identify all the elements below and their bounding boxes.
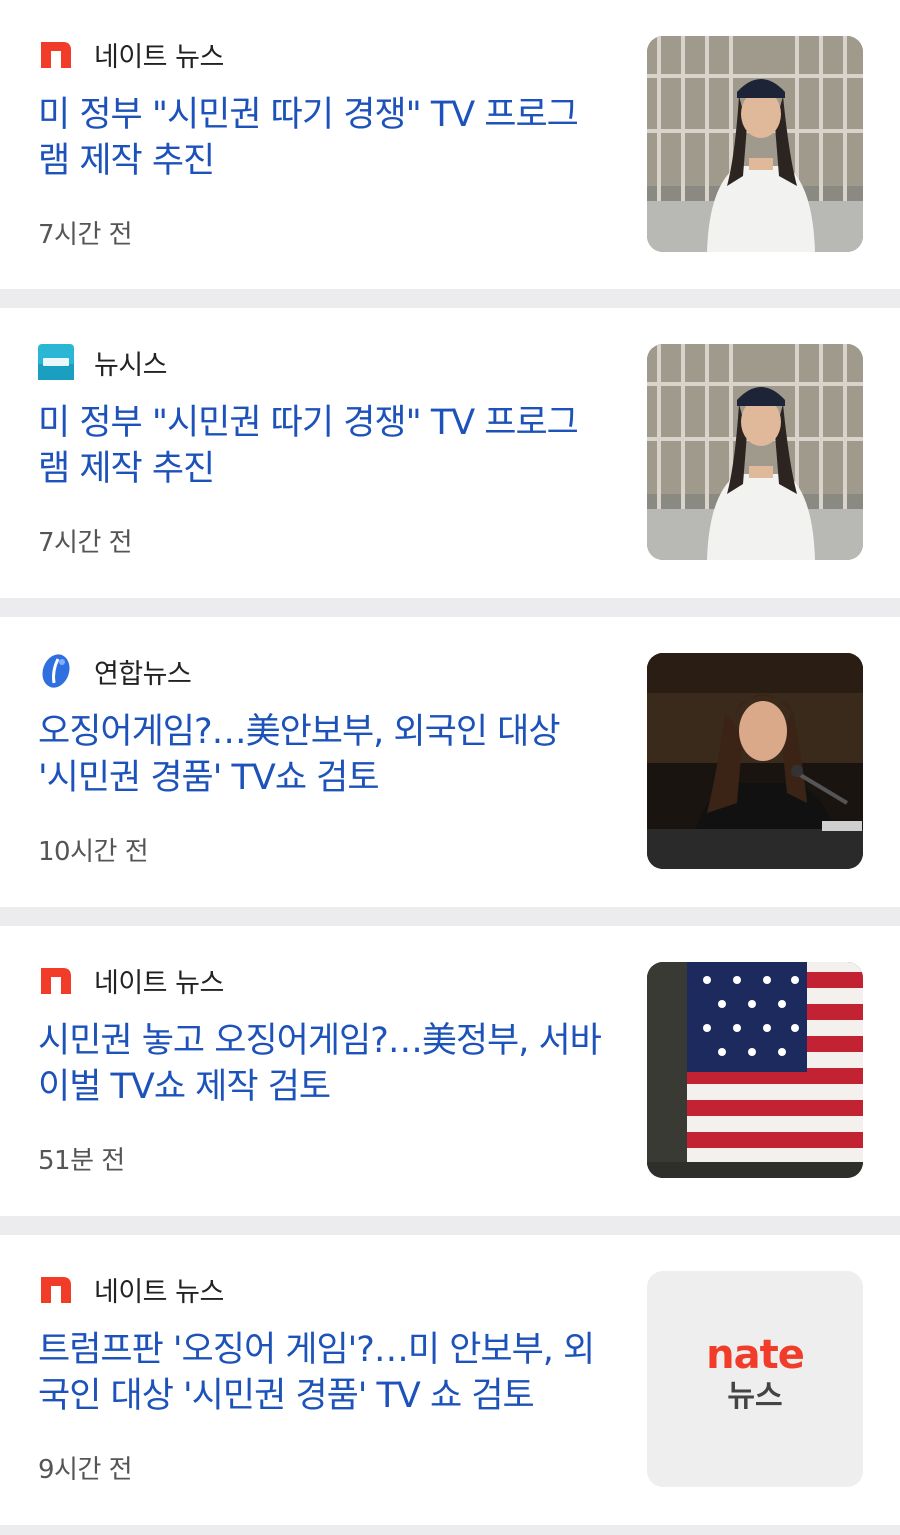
timestamp: 51분 전: [38, 1146, 125, 1176]
news-card[interactable]: 네이트 뉴스 시민권 놓고 오징어게임?…美정부, 서바이벌 TV쇼 제작 검토…: [0, 926, 900, 1216]
timestamp: 7시간 전: [38, 528, 133, 558]
source-name: 네이트 뉴스: [94, 967, 224, 999]
thumbnail-placeholder[interactable]: nate 뉴스: [647, 1271, 863, 1487]
nate-brand-sub: 뉴스: [727, 1379, 783, 1414]
timestamp: 7시간 전: [38, 220, 133, 250]
headline-link[interactable]: 오징어게임?…美안보부, 외국인 대상 '시민권 경품' TV쇼 검토: [38, 709, 608, 801]
headline-link[interactable]: 미 정부 "시민권 따기 경쟁" TV 프로그램 제작 추진: [38, 92, 608, 184]
nate-n-logo-icon: [38, 962, 74, 998]
thumbnail-image[interactable]: [647, 653, 863, 869]
nate-brand-logo: nate: [706, 1332, 805, 1378]
source-name: 네이트 뉴스: [94, 1276, 224, 1308]
source-name: 네이트 뉴스: [94, 41, 224, 73]
headline-link[interactable]: 트럼프판 '오징어 게임'?…미 안보부, 외국인 대상 '시민권 경품' TV…: [38, 1327, 608, 1419]
news-source[interactable]: 연합뉴스: [38, 653, 192, 690]
nate-n-logo-icon: [38, 1271, 74, 1307]
news-card[interactable]: 네이트 뉴스 미 정부 "시민권 따기 경쟁" TV 프로그램 제작 추진 7시…: [0, 0, 900, 289]
news-source[interactable]: 네이트 뉴스: [38, 36, 224, 73]
newsis-logo-icon: [38, 344, 74, 380]
thumbnail-image[interactable]: [647, 36, 863, 252]
news-card[interactable]: 네이트 뉴스 트럼프판 '오징어 게임'?…미 안보부, 외국인 대상 '시민권…: [0, 1235, 900, 1525]
thumbnail-image[interactable]: [647, 962, 863, 1178]
timestamp: 9시간 전: [38, 1455, 133, 1485]
news-source[interactable]: 네이트 뉴스: [38, 962, 224, 999]
yonhap-logo-icon: [38, 653, 74, 689]
news-source[interactable]: 뉴시스: [38, 344, 168, 381]
news-card[interactable]: 뉴시스 미 정부 "시민권 따기 경쟁" TV 프로그램 제작 추진 7시간 전: [0, 308, 900, 598]
timestamp: 10시간 전: [38, 837, 149, 867]
source-name: 연합뉴스: [94, 658, 192, 690]
nate-n-logo-icon: [38, 36, 74, 72]
news-feed: 네이트 뉴스 미 정부 "시민권 따기 경쟁" TV 프로그램 제작 추진 7시…: [0, 0, 900, 1525]
headline-link[interactable]: 미 정부 "시민권 따기 경쟁" TV 프로그램 제작 추진: [38, 400, 608, 492]
news-source[interactable]: 네이트 뉴스: [38, 1271, 224, 1308]
news-card[interactable]: 연합뉴스 오징어게임?…美안보부, 외국인 대상 '시민권 경품' TV쇼 검토…: [0, 617, 900, 907]
headline-link[interactable]: 시민권 놓고 오징어게임?…美정부, 서바이벌 TV쇼 제작 검토: [38, 1018, 608, 1110]
source-name: 뉴시스: [94, 349, 168, 381]
thumbnail-image[interactable]: [647, 344, 863, 560]
